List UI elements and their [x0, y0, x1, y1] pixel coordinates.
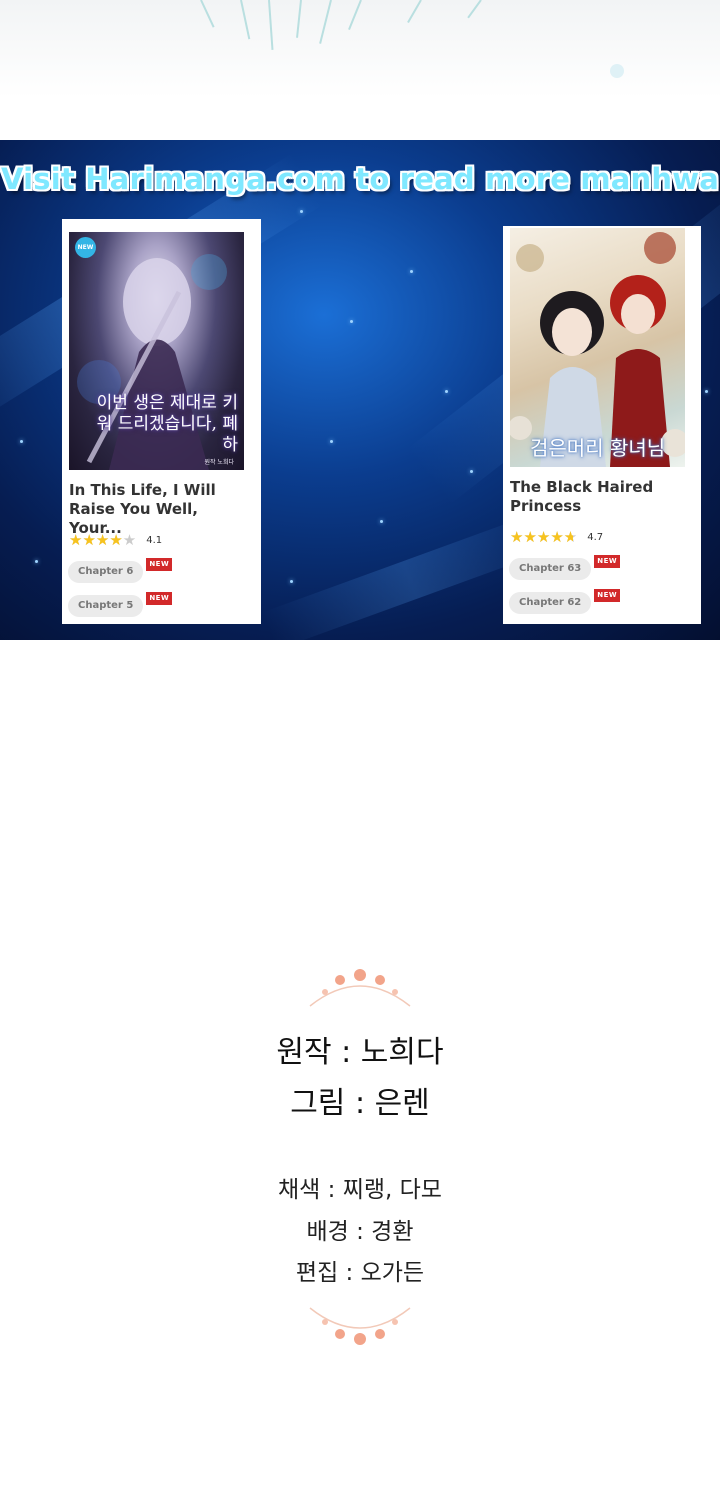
rating-value: 4.1	[146, 534, 163, 546]
manga-cover-image[interactable]: NEW 이번 생은 제대로 키워 드리겠습니다, 폐하 원작 노희다	[69, 232, 244, 470]
new-tag: NEW	[146, 592, 173, 605]
manga-card[interactable]: 검은머리 황녀님 The Black Haired Princess ★★★★★…	[503, 226, 701, 624]
manga-title[interactable]: In This Life, I Will Raise You Well, You…	[69, 481, 255, 538]
chapter-link[interactable]: Chapter 6	[68, 561, 144, 583]
top-decoration	[0, 0, 720, 140]
floral-ornament-top	[309, 969, 411, 1007]
star-rating-icon: ★★★★★★★★★★	[69, 531, 137, 549]
manga-cover-image[interactable]: 검은머리 황녀님	[510, 228, 685, 467]
banner-title[interactable]: Visit Harimanga.com to read more manhwa	[0, 162, 720, 196]
new-tag: NEW	[594, 589, 621, 602]
credit-editing: 편집 : 오가든	[295, 1260, 425, 1286]
chapter-item[interactable]: Chapter 6 NEW	[68, 558, 173, 583]
chapter-link[interactable]: Chapter 62	[509, 592, 592, 614]
rating-value: 4.7	[587, 531, 604, 543]
promo-banner[interactable]: Visit Harimanga.com to read more manhwa …	[0, 140, 720, 640]
new-tag: NEW	[594, 555, 621, 568]
chapter-link[interactable]: Chapter 5	[68, 595, 144, 617]
cover-illustration	[510, 232, 685, 467]
chapter-item[interactable]: Chapter 62 NEW	[509, 589, 621, 614]
credit-background: 배경 : 경환	[306, 1219, 414, 1245]
cover-author: 원작 노희다	[204, 459, 234, 466]
manga-card[interactable]: NEW 이번 생은 제대로 키워 드리겠습니다, 폐하 원작 노희다 In Th…	[62, 219, 261, 624]
chapter-link[interactable]: Chapter 63	[509, 558, 592, 580]
manga-title[interactable]: The Black Haired Princess	[510, 478, 696, 516]
credit-art: 그림 : 은렌	[290, 1086, 430, 1121]
chapter-item[interactable]: Chapter 5 NEW	[68, 592, 173, 617]
cover-title-korean: 이번 생은 제대로 키워 드리겠습니다, 폐하	[96, 393, 238, 455]
floral-ornament-bottom	[309, 1307, 411, 1345]
cover-title-korean: 검은머리 황녀님	[530, 436, 666, 460]
credit-coloring: 채색 : 찌랭, 다모	[278, 1177, 442, 1203]
credit-original: 원작 : 노희다	[276, 1035, 444, 1070]
chapter-item[interactable]: Chapter 63 NEW	[509, 555, 621, 580]
rating: ★★★★★★★★★★ 4.1	[69, 531, 162, 549]
rating: ★★★★★ ★★★★★ 4.7	[510, 528, 603, 546]
star-rating-icon: ★★★★★★★★★★	[510, 528, 578, 546]
new-tag: NEW	[146, 558, 173, 571]
